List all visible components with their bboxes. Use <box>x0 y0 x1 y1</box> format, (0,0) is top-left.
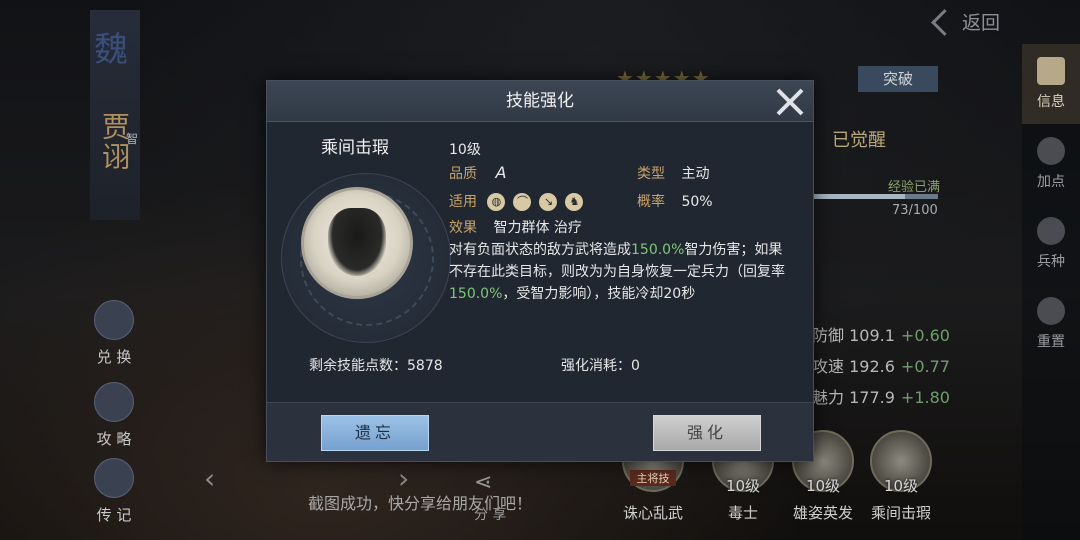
biography-label: 传 记 <box>96 506 132 524</box>
nav-item-label: 信息 <box>1037 94 1065 110</box>
skill-level: 10级 <box>805 477 841 495</box>
hero-type-tag: 智 <box>126 132 139 146</box>
chance-label: 概率 <box>637 194 665 210</box>
stat-attack-speed: 攻速 192.6 +0.77 <box>812 353 950 377</box>
guide-icon <box>94 382 134 422</box>
remaining-points: 剩余技能点数：5878 <box>309 355 443 375</box>
applicable-icons: ◍ ⌒ ↘ ♞ <box>487 193 584 211</box>
awakened-status: 已觉醒 <box>832 130 886 151</box>
shield-icon: ◍ <box>487 193 506 211</box>
plus-points-icon <box>1037 137 1065 165</box>
nav-item-label: 兵种 <box>1037 254 1065 270</box>
close-icon[interactable] <box>771 83 809 121</box>
skill-icon: 10级 <box>870 430 932 495</box>
skill-enhance-dialog: 技能强化 乘间击瑕 10级 品质 A 类型 主动 适用 ◍ ⌒ ↘ ♞ 概率 5… <box>266 80 814 462</box>
back-label: 返回 <box>961 12 1000 34</box>
stat-value: 177.9 <box>849 388 895 407</box>
cost-value: 0 <box>631 358 640 374</box>
dialog-title: 技能强化 <box>506 91 574 111</box>
skill-name: 毒士 <box>727 504 758 522</box>
reset-icon <box>1037 297 1065 325</box>
guide-button[interactable]: 攻 略 <box>92 382 136 449</box>
exchange-icon <box>94 300 134 340</box>
points-value: 5878 <box>407 358 443 374</box>
exp-bar-fill <box>814 194 905 199</box>
stat-value: 192.6 <box>849 357 895 376</box>
type-value: 主动 <box>681 166 710 182</box>
horse-icon: ♞ <box>565 193 584 211</box>
type-row: 类型 主动 <box>637 163 709 183</box>
desc-text: 对有负面状态的敌方武将造成 <box>449 242 631 258</box>
desc-highlight: 150.0% <box>631 242 685 258</box>
chance-row: 概率 50% <box>637 191 713 211</box>
effect-value: 智力群体 治疗 <box>493 220 582 236</box>
skill-level: 10级 <box>883 477 919 495</box>
desc-text: ，受智力影响），技能冷却20秒 <box>502 286 696 302</box>
exp-label: 经验已满 <box>888 180 941 195</box>
skill-name: 诛心乱武 <box>622 504 683 522</box>
share-icon[interactable]: ⋖ <box>474 470 492 495</box>
skill-portrait-icon <box>301 187 413 299</box>
desc-highlight: 150.0% <box>449 286 503 302</box>
right-nav: 信息 加点 兵种 重置 <box>1022 44 1080 540</box>
share-label: 分 享 <box>474 507 507 523</box>
forget-button[interactable]: 遗忘 <box>321 415 429 451</box>
bow-icon: ⌒ <box>513 193 532 211</box>
back-button[interactable]: 返回 <box>931 8 1000 36</box>
nav-item-info[interactable]: 信息 <box>1022 44 1080 124</box>
main-skill-tag: 主将技 <box>630 470 676 486</box>
nav-item-label: 加点 <box>1037 174 1065 190</box>
applicable-row: 适用 ◍ ⌒ ↘ ♞ <box>449 191 584 211</box>
type-label: 类型 <box>637 166 665 182</box>
skill-level: 10级 <box>725 477 761 495</box>
skill-description: 对有负面状态的敌方武将造成150.0%智力伤害；如果不存在此类目标，则改为为自身… <box>449 239 789 305</box>
stat-charm: 魅力 177.9 +1.80 <box>812 384 950 408</box>
kingdom-label: 魏 <box>94 30 128 70</box>
dialog-header: 技能强化 <box>267 81 813 122</box>
skill-name: 乘间击瑕 <box>870 504 931 522</box>
guide-label: 攻 略 <box>96 430 132 448</box>
skill-name: 雄姿英发 <box>792 504 853 522</box>
effect-row: 效果 智力群体 治疗 <box>449 217 582 237</box>
skill-level: 10级 <box>449 142 481 158</box>
back-chevron-icon <box>931 9 958 36</box>
effect-label: 效果 <box>449 220 477 236</box>
stat-plus: +0.77 <box>900 357 950 376</box>
stat-plus: +0.60 <box>900 326 950 345</box>
exchange-label: 兑 换 <box>96 348 132 366</box>
stat-plus: +1.80 <box>900 388 950 407</box>
enhance-button[interactable]: 强化 <box>653 415 761 451</box>
stat-value: 109.1 <box>849 326 895 345</box>
chance-value: 50% <box>681 194 713 210</box>
cost-label: 强化消耗： <box>561 358 631 374</box>
points-label: 剩余技能点数： <box>309 358 407 374</box>
exp-bar <box>814 194 938 199</box>
stat-name: 攻速 <box>812 357 845 376</box>
scroll-icon <box>1037 57 1065 85</box>
exp-value: 73/100 <box>892 203 938 218</box>
nav-item-reset[interactable]: 重置 <box>1022 284 1080 364</box>
quality-row: 品质 A <box>449 163 506 183</box>
stat-name: 防御 <box>812 326 845 345</box>
enhance-cost: 强化消耗：0 <box>561 355 640 375</box>
warrior-figure-icon <box>328 208 386 276</box>
troop-icon <box>1037 217 1065 245</box>
nav-item-points[interactable]: 加点 <box>1022 124 1080 204</box>
skill-slot-4[interactable]: 10级 乘间击瑕 <box>870 430 932 523</box>
nav-item-troop[interactable]: 兵种 <box>1022 204 1080 284</box>
quality-value: A <box>495 163 507 182</box>
breakthrough-button[interactable]: 突破 <box>858 66 938 92</box>
applicable-label: 适用 <box>449 194 477 210</box>
stat-name: 魅力 <box>812 388 845 407</box>
prev-arrow-icon[interactable]: ‹ <box>204 462 215 495</box>
dialog-footer: 遗忘 强化 <box>267 402 813 461</box>
biography-button[interactable]: 传 记 <box>92 458 136 525</box>
quality-label: 品质 <box>449 166 477 182</box>
stat-defense: 防御 109.1 +0.60 <box>812 322 950 346</box>
exchange-button[interactable]: 兑 换 <box>92 300 136 367</box>
nav-item-label: 重置 <box>1037 334 1065 350</box>
biography-icon <box>94 458 134 498</box>
skill-name-title: 乘间击瑕 <box>321 138 389 158</box>
spear-icon: ↘ <box>539 193 558 211</box>
